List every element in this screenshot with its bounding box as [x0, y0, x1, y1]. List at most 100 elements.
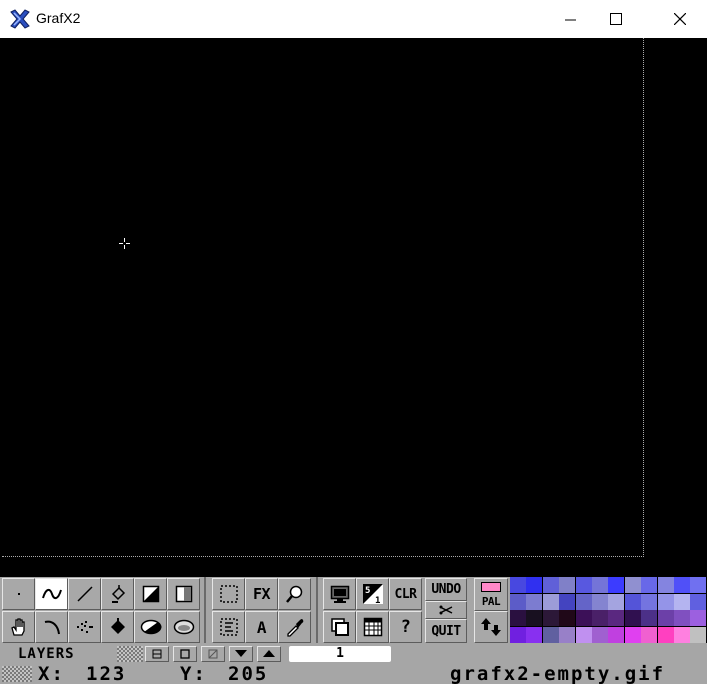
palette-swatch[interactable] — [641, 626, 658, 643]
layer-1-tab[interactable]: 1 — [289, 646, 391, 662]
palette-swatch[interactable] — [624, 610, 641, 626]
quit-button[interactable]: QUIT — [425, 619, 467, 643]
selection-icon — [219, 585, 238, 603]
palette-swatch[interactable] — [510, 626, 526, 643]
freehand-draw-button[interactable] — [35, 578, 68, 610]
palette-swatch[interactable] — [542, 626, 559, 643]
palette-swatch[interactable] — [542, 593, 559, 610]
palette-swatch[interactable] — [674, 626, 690, 643]
layer-add-button[interactable] — [173, 646, 197, 662]
split-view-button[interactable]: 51 — [356, 578, 389, 610]
brush-grab-button[interactable] — [212, 578, 245, 610]
rectangle-tool-button[interactable] — [167, 578, 200, 610]
palette-swatch[interactable] — [624, 593, 641, 610]
airbrush-tool-button[interactable] — [68, 611, 101, 643]
palette-swatch[interactable] — [624, 626, 641, 643]
palette-swatch[interactable] — [559, 577, 576, 593]
palette-swatch[interactable] — [526, 577, 543, 593]
palette-swatch[interactable] — [510, 593, 526, 610]
minimize-button[interactable] — [547, 0, 593, 38]
lasso-grab-button[interactable] — [212, 611, 245, 643]
palette-swatch[interactable] — [526, 610, 543, 626]
palette-swatch[interactable] — [575, 610, 592, 626]
palette-swatch[interactable] — [559, 593, 576, 610]
close-button[interactable] — [653, 0, 707, 38]
palette-swatch[interactable] — [674, 577, 690, 593]
transparency-checker[interactable] — [117, 646, 143, 662]
undo-button[interactable]: UNDO — [425, 578, 467, 601]
help-button[interactable]: ? — [389, 611, 422, 643]
page-button[interactable] — [323, 611, 356, 643]
palette-scroll-button[interactable] — [474, 611, 508, 643]
palette-swatch[interactable] — [674, 610, 690, 626]
palette-swatch[interactable] — [641, 577, 658, 593]
layer-up-button[interactable] — [257, 646, 281, 662]
palette-swatch[interactable] — [657, 593, 674, 610]
palette-swatch[interactable] — [542, 577, 559, 593]
palette-swatch[interactable] — [592, 610, 608, 626]
palette-swatch[interactable] — [690, 577, 707, 593]
screen-size-button[interactable] — [323, 578, 356, 610]
palette-swatch[interactable] — [641, 593, 658, 610]
layer-merge-button[interactable] — [145, 646, 169, 662]
drawing-canvas[interactable] — [0, 38, 707, 577]
palette-swatch[interactable] — [608, 593, 625, 610]
curve-tool-button[interactable] — [35, 611, 68, 643]
layer-delete-button[interactable] — [201, 646, 225, 662]
palette-swatch[interactable] — [608, 610, 625, 626]
palette-swatch[interactable] — [575, 593, 592, 610]
image-area[interactable] — [2, 38, 644, 557]
palette-swatch[interactable] — [674, 593, 690, 610]
kill-page-button[interactable] — [425, 601, 467, 619]
settings-button[interactable] — [356, 611, 389, 643]
layers-label: LAYERS — [18, 646, 75, 662]
palette-swatch[interactable] — [526, 626, 543, 643]
filled-rect-tool-button[interactable] — [134, 578, 167, 610]
x-coordinate-value: 123 — [86, 663, 127, 685]
palette-swatch[interactable] — [575, 577, 592, 593]
palette-swatch[interactable] — [510, 610, 526, 626]
color-picker-button[interactable] — [278, 611, 311, 643]
undo-label: UNDO — [431, 582, 461, 597]
palette-swatch[interactable] — [559, 610, 576, 626]
maximize-button[interactable] — [593, 0, 639, 38]
palette-swatch[interactable] — [592, 626, 608, 643]
palette-swatch[interactable] — [690, 610, 707, 626]
palette-swatch[interactable] — [624, 577, 641, 593]
palette-swatch[interactable] — [690, 593, 707, 610]
color-palette[interactable] — [510, 577, 707, 643]
palette-button[interactable]: PAL — [474, 578, 508, 611]
palette-swatch[interactable] — [575, 626, 592, 643]
palette-swatch[interactable] — [592, 593, 608, 610]
magnifier-icon — [285, 585, 302, 603]
line-tool-button[interactable] — [68, 578, 101, 610]
effects-label: FX — [252, 585, 271, 603]
palette-label: PAL — [481, 594, 501, 608]
fore-color-indicator — [481, 581, 501, 592]
palette-swatch[interactable] — [690, 626, 707, 643]
palette-swatch[interactable] — [657, 626, 674, 643]
text-tool-button[interactable]: A — [245, 611, 278, 643]
palette-swatch[interactable] — [657, 577, 674, 593]
grafx2-logo-icon — [10, 9, 30, 29]
ellipse-tool-button[interactable] — [167, 611, 200, 643]
palette-swatch[interactable] — [559, 626, 576, 643]
palette-swatch[interactable] — [657, 610, 674, 626]
palette-swatch[interactable] — [526, 593, 543, 610]
fill-tool-button[interactable] — [101, 578, 134, 610]
dot-brush-button[interactable] — [2, 578, 35, 610]
palette-swatch[interactable] — [510, 577, 526, 593]
palette-swatch[interactable] — [608, 577, 625, 593]
pan-tool-button[interactable] — [2, 611, 35, 643]
palette-swatch[interactable] — [608, 626, 625, 643]
filled-ellipse-tool-button[interactable] — [134, 611, 167, 643]
clear-button[interactable]: CLR — [389, 578, 422, 610]
magnify-button[interactable] — [278, 578, 311, 610]
palette-swatch[interactable] — [641, 610, 658, 626]
airbrush-icon — [76, 621, 93, 633]
layer-down-button[interactable] — [229, 646, 253, 662]
palette-swatch[interactable] — [542, 610, 559, 626]
palette-swatch[interactable] — [592, 577, 608, 593]
replace-color-button[interactable] — [101, 611, 134, 643]
effects-button[interactable]: FX — [245, 578, 278, 610]
